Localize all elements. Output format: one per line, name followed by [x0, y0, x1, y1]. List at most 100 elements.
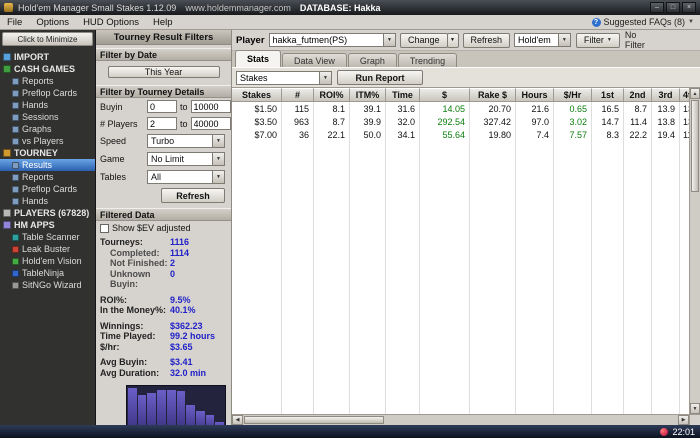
sidebar-item-sitngo-wizard[interactable]: SitNGo Wizard — [0, 279, 95, 291]
scroll-up-button[interactable]: ▲ — [690, 88, 700, 99]
column-header-3rd[interactable]: 3rd — [652, 88, 680, 102]
horizontal-scroll-track[interactable] — [385, 415, 678, 425]
scroll-down-button[interactable]: ▼ — [690, 403, 700, 414]
speed-select[interactable]: Turbo ▼ — [147, 134, 225, 148]
player-bar: Player hakka_futmen(PS) ▼ Change ▼ Refre… — [232, 30, 700, 51]
tab-trending[interactable]: Trending — [397, 53, 458, 67]
menu-options[interactable]: Options — [29, 17, 76, 28]
stat-row-not-finished: Not Finished: 2 — [100, 258, 227, 269]
sidebar-item-tableninja[interactable]: TableNinja — [0, 267, 95, 279]
column-header-stakes[interactable]: Stakes — [232, 88, 282, 102]
game-type-select[interactable]: Hold'em ▼ — [514, 33, 571, 47]
column-header-[interactable]: $ — [420, 88, 470, 102]
sidebar-section-tourney[interactable]: TOURNEY — [0, 147, 95, 159]
sidebar-item-vs-players[interactable]: vs Players — [0, 135, 95, 147]
chevron-down-icon: ▼ — [606, 37, 612, 43]
ev-adjusted-checkbox[interactable] — [100, 223, 109, 233]
horizontal-scroll-thumb[interactable] — [244, 416, 384, 424]
sidebar-item-leak-buster[interactable]: Leak Buster — [0, 243, 95, 255]
chevron-down-icon: ▼ — [212, 153, 224, 165]
sidebar-section-hm-apps[interactable]: HM APPS — [0, 219, 95, 231]
vertical-scrollbar[interactable]: ▲ ▼ — [689, 88, 700, 414]
column-header-itm[interactable]: ITM% — [350, 88, 386, 102]
column-header-hr[interactable]: $/Hr — [554, 88, 592, 102]
filtered-data-header: Filtered Data — [96, 208, 231, 221]
scroll-left-button[interactable]: ◀ — [232, 415, 243, 425]
table-cell: 19.4 — [652, 128, 680, 141]
table-row[interactable]: $7.00 36 22.1 50.0 34.1 55.64 19.80 7.4 7.57 8.3 2… — [232, 128, 689, 141]
sidebar-item-reports[interactable]: Reports — [0, 171, 95, 183]
sidebar-item-table-scanner[interactable]: Table Scanner — [0, 231, 95, 243]
tray-app-icon[interactable] — [660, 427, 669, 436]
speed-row: Speed Turbo ▼ — [96, 132, 231, 150]
sidebar-item-preflop-cards[interactable]: Preflop Cards — [0, 183, 95, 195]
grid-line — [282, 141, 314, 414]
grid-line — [680, 141, 689, 414]
game-select[interactable]: No Limit ▼ — [147, 152, 225, 166]
sidebar-section-cash-games[interactable]: CASH GAMES — [0, 63, 95, 75]
buyin-from-input[interactable] — [147, 100, 177, 113]
sidebar-item-hands[interactable]: Hands — [0, 195, 95, 207]
table-cell: 22.1 — [314, 128, 350, 141]
run-report-button[interactable]: Run Report — [337, 70, 423, 85]
menu-file[interactable]: File — [0, 17, 29, 28]
column-header-hours[interactable]: Hours — [516, 88, 554, 102]
table-cell: 50.0 — [350, 128, 386, 141]
chart-bar — [147, 393, 157, 425]
item-label: Hands — [22, 196, 49, 206]
close-window-button[interactable]: × — [682, 2, 696, 13]
sidebar-item-hold-em-vision[interactable]: Hold'em Vision — [0, 255, 95, 267]
tables-select[interactable]: All ▼ — [147, 170, 225, 184]
change-player-button[interactable]: Change — [400, 32, 448, 48]
sidebar-section-players-67828[interactable]: PLAYERS (67828) — [0, 207, 95, 219]
filtered-data-stats: Tourneys: 1116 Completed: 1114 Not Finished:… — [96, 235, 231, 383]
menu-help[interactable]: Help — [146, 17, 180, 28]
tab-data-view[interactable]: Data View — [282, 53, 347, 67]
tab-graph[interactable]: Graph — [347, 53, 397, 67]
filter-button[interactable]: Filter ▼ — [575, 32, 620, 48]
titlebar-database: DATABASE: Hakka — [299, 2, 381, 13]
refresh-filters-button[interactable]: Refresh — [161, 188, 225, 203]
player-select[interactable]: hakka_futmen(PS) ▼ — [268, 33, 396, 47]
table-row[interactable]: $3.50 963 8.7 39.9 32.0 292.54 327.42 97.0 3.02 1… — [232, 115, 689, 128]
tableninja-icon — [12, 269, 19, 277]
sidebar-item-hands[interactable]: Hands — [0, 99, 95, 111]
players-from-input[interactable] — [147, 117, 177, 130]
sidebar-item-preflop-cards[interactable]: Preflop Cards — [0, 87, 95, 99]
change-dropdown-arrow[interactable]: ▼ — [446, 32, 459, 48]
column-header-rake[interactable]: Rake $ — [470, 88, 516, 102]
menu-hud-options[interactable]: HUD Options — [76, 17, 146, 28]
tab-stats[interactable]: Stats — [235, 50, 282, 67]
item-label: vs Players — [22, 136, 64, 146]
stat-value: 40.1% — [170, 305, 196, 315]
chart-bars — [127, 386, 225, 425]
sidebar-section-import[interactable]: IMPORT — [0, 51, 95, 63]
players-to-input[interactable] — [190, 117, 231, 130]
column-header-4th[interactable]: 4th — [680, 88, 689, 102]
column-header-1st[interactable]: 1st — [592, 88, 624, 102]
column-header-2nd[interactable]: 2nd — [624, 88, 652, 102]
sidebar-item-reports[interactable]: Reports — [0, 75, 95, 87]
maximize-window-button[interactable]: □ — [666, 2, 680, 13]
sidebar-item-graphs[interactable]: Graphs — [0, 123, 95, 135]
column-header-roi[interactable]: ROI% — [314, 88, 350, 102]
sidebar-item-sessions[interactable]: Sessions — [0, 111, 95, 123]
item-label: Preflop Cards — [22, 88, 78, 98]
horizontal-scrollbar[interactable]: ◀ ▶ — [232, 414, 700, 425]
table-row[interactable]: $1.50 115 8.1 39.1 31.6 14.05 20.70 21.6 0.65 16.… — [232, 102, 689, 115]
refresh-player-button[interactable]: Refresh — [462, 32, 511, 48]
suggested-faqs-button[interactable]: ? Suggested FAQs (8) ▼ — [591, 17, 700, 27]
column-header-[interactable]: # — [282, 88, 314, 102]
sidebar-minimize-button[interactable]: Click to Minimize — [2, 32, 93, 46]
scrollbar-corner — [689, 415, 700, 425]
table-cell: $3.50 — [232, 115, 282, 128]
column-header-time[interactable]: Time — [386, 88, 420, 102]
sidebar-item-results[interactable]: Results — [0, 159, 95, 171]
vertical-scroll-thumb[interactable] — [691, 100, 699, 192]
this-year-button[interactable]: This Year — [107, 66, 220, 78]
minimize-window-button[interactable]: – — [650, 2, 664, 13]
item-label: TableNinja — [22, 268, 65, 278]
stakes-select[interactable]: Stakes ▼ — [236, 70, 332, 85]
buyin-to-input[interactable] — [190, 100, 231, 113]
scroll-right-button[interactable]: ▶ — [678, 415, 689, 425]
